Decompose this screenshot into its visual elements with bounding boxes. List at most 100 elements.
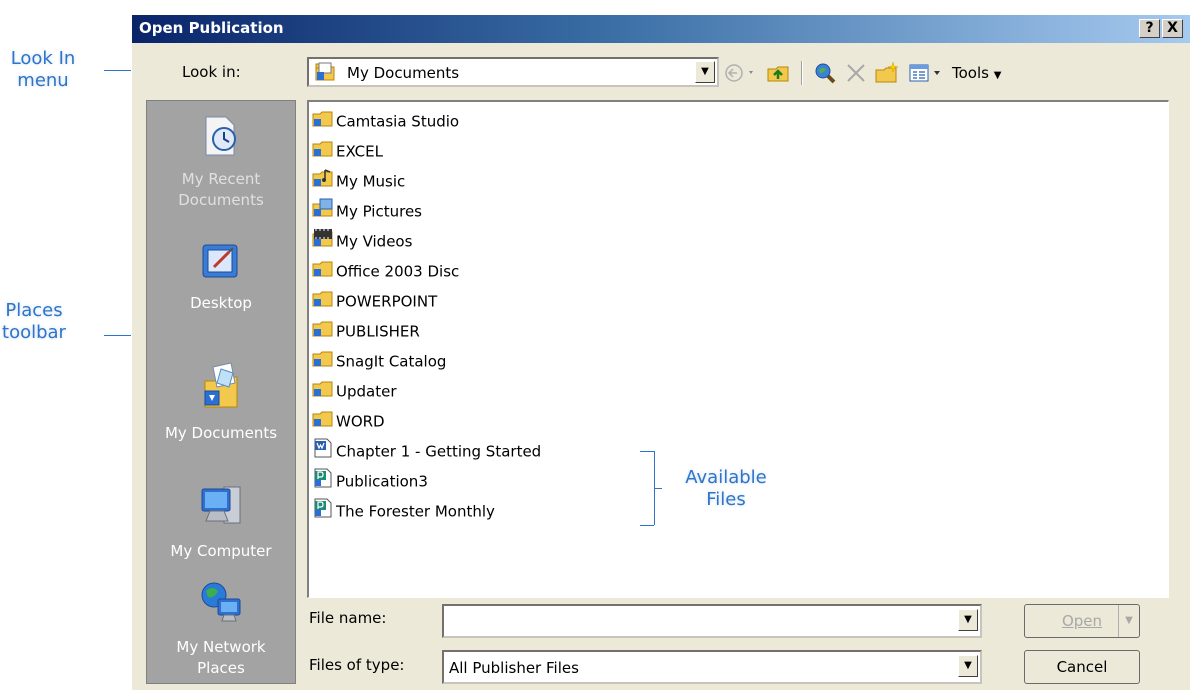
file-type-dropdown-arrow[interactable]: ▼ — [958, 655, 978, 677]
list-item[interactable]: EXCEL — [312, 138, 383, 164]
shared-folder-icon — [312, 348, 334, 376]
annotation-line-1: Look In — [10, 48, 76, 69]
open-button[interactable]: Open ▼ — [1024, 604, 1140, 638]
place-my-documents[interactable]: My Documents — [147, 361, 295, 444]
list-item[interactable]: My Music — [312, 168, 405, 194]
file-type-label: Files of type: — [309, 656, 405, 674]
place-label-line: Documents — [178, 191, 264, 209]
places-bar: My Recent Documents Desktop My Documents… — [146, 100, 296, 684]
file-name-label: File name: — [309, 609, 387, 627]
close-button[interactable]: X — [1162, 19, 1183, 38]
list-item[interactable]: My Videos — [312, 228, 412, 254]
open-options-arrow[interactable]: ▼ — [1118, 605, 1139, 637]
create-new-folder-button[interactable] — [874, 61, 900, 85]
list-item[interactable]: Camtasia Studio — [312, 108, 459, 134]
open-publication-dialog: Open Publication ? X Look in: My Documen… — [131, 15, 1190, 690]
look-in-dropdown-arrow[interactable]: ▼ — [695, 61, 715, 83]
place-label-line: My Computer — [170, 542, 272, 560]
delete-button[interactable] — [844, 61, 868, 85]
list-item[interactable]: Publication3 — [312, 468, 428, 494]
file-type-value: All Publisher Files — [449, 659, 579, 677]
place-desktop[interactable]: Desktop — [147, 241, 295, 314]
publisher-document-icon — [312, 498, 334, 526]
list-item[interactable]: The Forester Monthly — [312, 498, 495, 524]
annotation-places-toolbar: Places toolbar — [0, 300, 68, 344]
file-name: PUBLISHER — [336, 322, 420, 341]
list-item[interactable]: WORD — [312, 408, 385, 434]
place-my-computer[interactable]: My Computer — [147, 481, 295, 562]
my-documents-small-icon — [315, 62, 337, 86]
toolbar-separator — [801, 61, 803, 85]
place-label-line: My Recent — [181, 170, 261, 188]
shared-folder-icon — [312, 288, 334, 316]
annotation-line-1: Available — [685, 467, 767, 488]
file-name: SnagIt Catalog — [336, 352, 447, 371]
file-name: Publication3 — [336, 472, 428, 491]
tools-menu[interactable]: Tools ▼ — [952, 61, 1001, 85]
my-documents-icon — [147, 361, 295, 419]
tools-label: Tools — [952, 64, 989, 82]
list-item[interactable]: Updater — [312, 378, 397, 404]
up-one-level-button[interactable] — [766, 61, 792, 85]
look-in-dropdown[interactable]: My Documents ▼ — [307, 57, 719, 87]
list-item[interactable]: SnagIt Catalog — [312, 348, 446, 374]
annotation-line-1: Places — [5, 300, 63, 321]
place-my-network-places[interactable]: My Network Places — [147, 581, 295, 679]
tools-dropdown-arrow: ▼ — [993, 70, 1002, 81]
place-label-line: My Documents — [164, 424, 278, 442]
help-button[interactable]: ? — [1139, 19, 1160, 38]
file-name: WORD — [336, 412, 385, 431]
shared-folder-icon — [312, 258, 334, 286]
file-list[interactable]: Camtasia Studio EXCEL My Music My Pictur… — [307, 100, 1169, 598]
file-type-select[interactable]: All Publisher Files ▼ — [442, 650, 982, 684]
cancel-button[interactable]: Cancel — [1024, 650, 1140, 684]
music-folder-icon — [312, 168, 334, 196]
views-button[interactable] — [908, 61, 950, 85]
annotation-line-2: menu — [17, 70, 69, 91]
shared-folder-icon — [312, 378, 334, 406]
network-places-icon — [147, 581, 295, 633]
open-button-label: Open — [1061, 612, 1103, 630]
place-label-line: Places — [197, 659, 245, 677]
recent-documents-icon — [147, 113, 295, 165]
title-bar[interactable]: Open Publication ? X — [132, 15, 1190, 43]
shared-folder-icon — [312, 408, 334, 436]
place-label-line: My Network — [176, 638, 266, 656]
file-name: My Videos — [336, 232, 413, 251]
place-label-line: Desktop — [190, 294, 252, 312]
search-web-button[interactable] — [812, 61, 838, 85]
annotation-bracket-tick — [654, 488, 662, 489]
file-name: EXCEL — [336, 142, 383, 161]
shared-folder-icon — [312, 318, 334, 346]
place-my-recent-documents[interactable]: My Recent Documents — [147, 113, 295, 211]
annotation-line-2: Files — [706, 489, 746, 510]
publisher-document-icon — [312, 468, 334, 496]
file-name: The Forester Monthly — [336, 502, 495, 521]
file-name: POWERPOINT — [336, 292, 438, 311]
file-name: Chapter 1 - Getting Started — [336, 442, 542, 461]
back-button[interactable] — [724, 61, 764, 85]
videos-folder-icon — [312, 228, 334, 256]
annotation-bracket-bottom — [640, 525, 654, 526]
file-name: Office 2003 Disc — [336, 262, 460, 281]
dialog-title: Open Publication — [139, 19, 284, 37]
list-item[interactable]: POWERPOINT — [312, 288, 437, 314]
pictures-folder-icon — [312, 198, 334, 226]
file-name: Camtasia Studio — [336, 112, 460, 131]
list-item[interactable]: PUBLISHER — [312, 318, 420, 344]
annotation-line-2: toolbar — [2, 322, 66, 343]
look-in-label: Look in: — [182, 63, 241, 81]
annotation-bracket-top — [640, 451, 654, 452]
annotation-available-files: Available Files — [676, 467, 776, 511]
look-in-value: My Documents — [347, 64, 460, 82]
desktop-icon — [147, 241, 295, 289]
file-name: My Music — [336, 172, 406, 191]
list-item[interactable]: Chapter 1 - Getting Started — [312, 438, 541, 464]
word-document-icon — [312, 438, 334, 466]
list-item[interactable]: My Pictures — [312, 198, 422, 224]
file-name-input[interactable]: ▼ — [442, 604, 982, 638]
file-name-dropdown-arrow[interactable]: ▼ — [958, 609, 978, 631]
file-name: Updater — [336, 382, 397, 401]
list-item[interactable]: Office 2003 Disc — [312, 258, 459, 284]
annotation-look-in-menu: Look In menu — [0, 48, 86, 92]
